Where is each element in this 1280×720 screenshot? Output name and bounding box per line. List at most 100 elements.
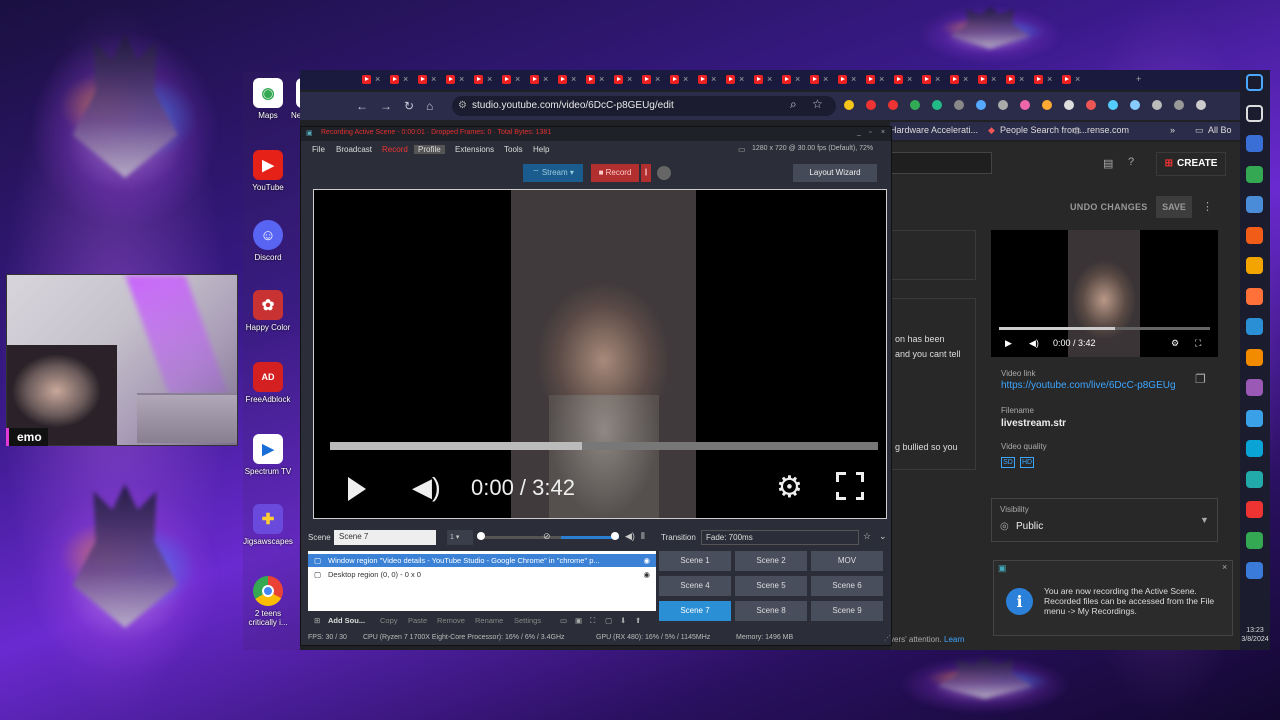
undo-changes-button[interactable]: UNDO CHANGES	[1070, 202, 1148, 212]
feedback-icon[interactable]: ▤	[1103, 157, 1113, 170]
settings-button[interactable]: Settings	[514, 616, 541, 625]
youtube-tab-icon[interactable]	[558, 75, 567, 84]
tab-close-icon[interactable]: ×	[655, 74, 660, 84]
resize-grip-icon[interactable]: ⋰	[884, 634, 891, 642]
extension-icon[interactable]	[844, 100, 854, 110]
tab-close-icon[interactable]: ×	[627, 74, 632, 84]
fit-icon[interactable]: ⛶	[590, 616, 595, 626]
scene-button[interactable]: Scene 1	[659, 551, 731, 571]
visibility-eye-icon[interactable]: ◉	[643, 556, 650, 565]
record-button[interactable]: ■ Record	[591, 164, 639, 182]
youtube-tab-icon[interactable]	[838, 75, 847, 84]
tab-close-icon[interactable]: ×	[543, 74, 548, 84]
add-source-button[interactable]: Add Sou...	[328, 616, 365, 625]
extension-icon[interactable]	[954, 100, 964, 110]
youtube-tab-icon[interactable]	[418, 75, 427, 84]
resize-icon[interactable]: ▢	[605, 616, 612, 625]
chrome-red-icon[interactable]	[1246, 501, 1263, 518]
youtube-tab-icon[interactable]	[642, 75, 651, 84]
youtube-tab-icon[interactable]	[866, 75, 875, 84]
youtube-tab-icon[interactable]	[446, 75, 455, 84]
menu-file[interactable]: File	[312, 145, 325, 154]
extension-icon[interactable]	[888, 100, 898, 110]
layout-wizard-button[interactable]: Layout Wizard	[793, 164, 877, 182]
mute-icon[interactable]: ⊘	[543, 531, 551, 542]
stream-button[interactable]: ⌔ Stream ▾	[523, 164, 583, 182]
extension-icon[interactable]	[976, 100, 986, 110]
scene-button[interactable]: Scene 2	[735, 551, 807, 571]
move-down-icon[interactable]: ⬇	[620, 616, 626, 625]
studio-search-input[interactable]	[890, 152, 992, 174]
transition-select[interactable]: Fade: 700ms	[701, 530, 859, 545]
firefox-icon[interactable]	[1246, 287, 1263, 305]
remote-icon[interactable]	[1246, 470, 1263, 488]
tab-close-icon[interactable]: ×	[711, 74, 716, 84]
desktop-icon-happy-color[interactable]: ✿ Happy Color	[243, 290, 293, 332]
speaker-icon[interactable]: ◀)	[625, 531, 635, 542]
youtube-tab-icon[interactable]	[922, 75, 931, 84]
maximize-icon[interactable]: ▫	[869, 129, 871, 136]
extension-icon[interactable]	[932, 100, 942, 110]
scene-button[interactable]: MOV	[811, 551, 883, 571]
brave-icon[interactable]	[1246, 226, 1263, 244]
learn-more-link[interactable]: Learn	[944, 635, 964, 644]
tab-close-icon[interactable]: ×	[991, 74, 996, 84]
add-source-icon[interactable]: ⊞	[314, 616, 320, 625]
checkbox-icon[interactable]: ▢	[314, 570, 321, 579]
close-icon[interactable]: ×	[881, 129, 885, 136]
mixer-icon[interactable]: ⫴	[641, 531, 645, 542]
youtube-tab-icon[interactable]	[474, 75, 483, 84]
notepad-icon[interactable]	[1246, 409, 1263, 427]
omnibox[interactable]: ⚙ studio.youtube.com/video/6DcC-p8GEUg/e…	[452, 96, 836, 116]
visibility-eye-icon[interactable]: ◉	[643, 570, 650, 579]
menu-help[interactable]: Help	[533, 145, 549, 154]
lock-icon[interactable]: ▣	[575, 616, 582, 625]
tab-close-icon[interactable]: ×	[459, 74, 464, 84]
tab-close-icon[interactable]: ×	[1019, 74, 1024, 84]
tab-close-icon[interactable]: ×	[1075, 74, 1080, 84]
rename-button[interactable]: Rename	[475, 616, 503, 625]
home-icon[interactable]: ⌂	[426, 99, 433, 113]
bookmark-hardware[interactable]: Hardware Accelerati...	[890, 125, 978, 135]
tab-close-icon[interactable]: ×	[907, 74, 912, 84]
mail-icon[interactable]	[1246, 318, 1263, 335]
youtube-tab-icon[interactable]	[1006, 75, 1015, 84]
obs-studio-icon[interactable]	[1246, 257, 1263, 274]
menu-tools[interactable]: Tools	[504, 145, 523, 154]
tab-close-icon[interactable]: ×	[823, 74, 828, 84]
preview-volume-knob[interactable]	[477, 532, 485, 540]
desktop-icon-adblock[interactable]: AD FreeAdblock	[243, 362, 293, 404]
audio-volume-knob[interactable]	[611, 532, 619, 540]
chrome-icon[interactable]	[1246, 165, 1263, 183]
youtube-tab-icon[interactable]	[754, 75, 763, 84]
youtube-tab-icon[interactable]	[782, 75, 791, 84]
move-up-icon[interactable]: ⬆	[635, 616, 641, 625]
folder-icon[interactable]: ▭	[560, 616, 567, 625]
extension-icon[interactable]	[1152, 100, 1162, 110]
tab-close-icon[interactable]: ×	[683, 74, 688, 84]
studio-video-player[interactable]: ▶ ◀) 0:00 / 3:42 ⚙ ⛶	[991, 230, 1218, 357]
tab-close-icon[interactable]: ×	[403, 74, 408, 84]
back-icon[interactable]: ←	[356, 99, 368, 113]
video-link[interactable]: https://youtube.com/live/6DcC-p8GEUg	[1001, 380, 1176, 391]
desktop-icon-jigsaw[interactable]: ✚ Jigsawscapes	[243, 504, 293, 546]
tab-close-icon[interactable]: ×	[515, 74, 520, 84]
edge-icon[interactable]	[1246, 440, 1263, 457]
visibility-select[interactable]: Visibility ◎ Public ▼	[991, 498, 1218, 542]
scene-button[interactable]: Scene 8	[735, 601, 807, 621]
bookmark-all[interactable]: All Bo	[1208, 125, 1232, 135]
youtube-tab-icon[interactable]	[530, 75, 539, 84]
save-button[interactable]: SAVE	[1156, 196, 1192, 218]
youtube-tab-icon[interactable]	[390, 75, 399, 84]
checkbox-icon[interactable]: ▢	[314, 556, 321, 565]
desktop-icon-youtube[interactable]: ▶ YouTube	[243, 150, 293, 192]
obs-preview[interactable]: ◀) 0:00 / 3:42 ⚙	[313, 189, 887, 519]
menu-extensions[interactable]: Extensions	[455, 145, 494, 154]
obs-icon[interactable]	[1246, 135, 1263, 152]
star-icon[interactable]: ☆	[863, 531, 871, 542]
forward-icon[interactable]: →	[380, 99, 392, 113]
scene-button[interactable]: Scene 5	[735, 576, 807, 596]
chrome-alt-icon[interactable]	[1246, 531, 1263, 549]
zoom-icon[interactable]: ⌕	[790, 97, 797, 112]
search-icon[interactable]	[1246, 104, 1263, 122]
